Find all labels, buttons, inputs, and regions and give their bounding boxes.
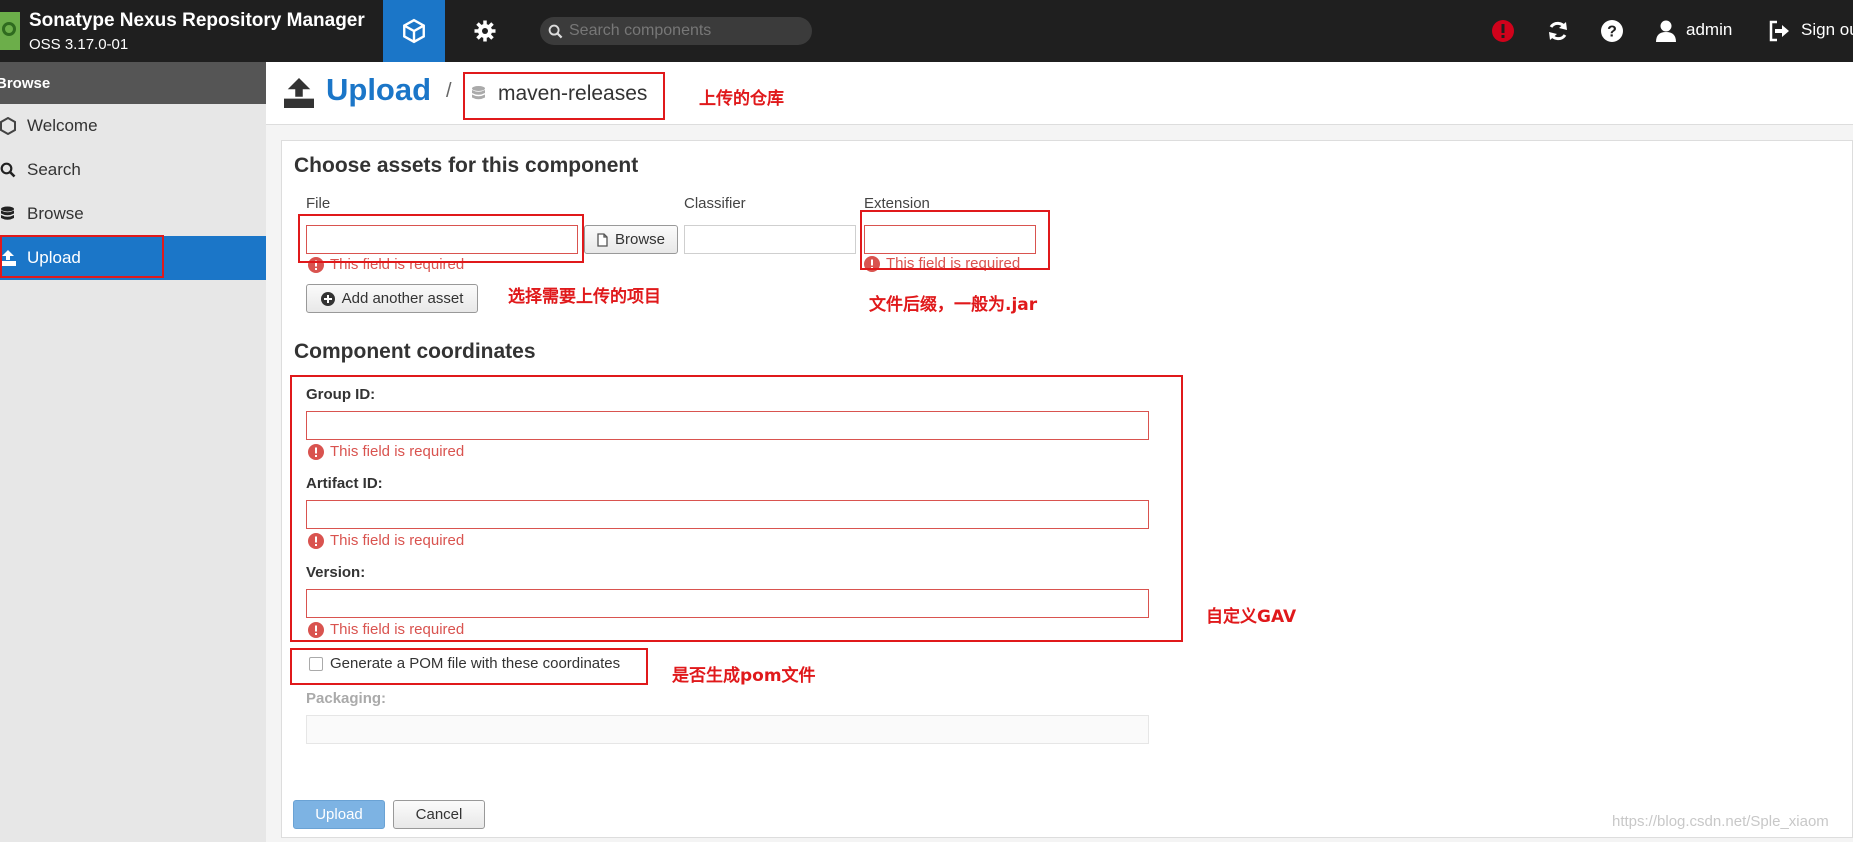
annotation-pom-note: 是否生成pom文件 xyxy=(672,666,816,686)
add-asset-button[interactable]: Add another asset xyxy=(306,284,478,313)
svg-text:?: ? xyxy=(1607,24,1617,41)
breadcrumb-separator: / xyxy=(446,80,452,102)
top-bar: Sonatype Nexus Repository Manager OSS 3.… xyxy=(0,0,1853,62)
administration-button[interactable] xyxy=(460,0,510,62)
annotation-box-extension xyxy=(860,210,1050,270)
annotation-box-gav xyxy=(290,375,1183,642)
cube-icon xyxy=(403,18,425,44)
hexagon-icon xyxy=(0,117,18,135)
help-button[interactable]: ? xyxy=(1597,16,1627,46)
annotation-gav-note: 自定义GAV xyxy=(1206,607,1297,627)
annotation-box-upload xyxy=(0,235,164,278)
sidebar-item-label: Browse xyxy=(27,204,84,223)
page-title: Upload xyxy=(326,72,432,107)
packaging-label: Packaging: xyxy=(306,690,387,707)
annotation-extension-note: 文件后缀，一般为.jar xyxy=(869,295,1038,315)
app-version: OSS 3.17.0-01 xyxy=(29,36,129,53)
add-asset-label: Add another asset xyxy=(341,290,464,307)
refresh-icon xyxy=(1549,21,1567,41)
assets-section-title: Choose assets for this component xyxy=(294,154,639,177)
nexus-logo xyxy=(0,12,20,50)
browse-file-button[interactable]: Browse xyxy=(584,225,678,254)
refresh-button[interactable] xyxy=(1543,16,1573,46)
search-box[interactable] xyxy=(540,17,812,45)
packaging-input[interactable] xyxy=(306,715,1149,744)
user-icon xyxy=(1656,20,1676,42)
cancel-button-label: Cancel xyxy=(415,806,463,823)
search-icon xyxy=(548,24,563,38)
annotation-file-note: 选择需要上传的项目 xyxy=(508,287,661,307)
sign-out-button[interactable] xyxy=(1764,16,1794,46)
browse-mode-button[interactable] xyxy=(383,0,445,62)
help-icon: ? xyxy=(1601,20,1623,42)
alert-icon xyxy=(1492,20,1514,42)
database-icon xyxy=(0,206,18,223)
annotation-box-pom xyxy=(290,648,648,685)
annotation-box-repository xyxy=(463,72,665,120)
user-name[interactable]: admin xyxy=(1686,20,1732,40)
user-button[interactable] xyxy=(1651,16,1681,46)
sign-out-label[interactable]: Sign out xyxy=(1801,20,1853,40)
sidebar-item-welcome[interactable]: Welcome xyxy=(0,104,266,148)
annotation-box-file xyxy=(298,214,584,263)
upload-button-label: Upload xyxy=(315,806,363,823)
sidebar-item-label: Welcome xyxy=(27,116,98,135)
search-input[interactable] xyxy=(567,21,801,41)
classifier-label: Classifier xyxy=(684,195,746,212)
browse-button-label: Browse xyxy=(614,231,666,248)
watermark: https://blog.csdn.net/Sple_xiaom xyxy=(1612,813,1829,830)
sidebar-item-search[interactable]: Search xyxy=(0,148,266,192)
cancel-button[interactable]: Cancel xyxy=(393,800,485,829)
gear-icon xyxy=(474,20,496,42)
system-alert-button[interactable] xyxy=(1488,16,1518,46)
upload-icon xyxy=(284,78,314,108)
sign-out-icon xyxy=(1769,20,1789,42)
classifier-input[interactable] xyxy=(684,225,856,254)
annotation-repository-note: 上传的仓库 xyxy=(699,89,784,109)
sidebar: Browse Welcome Search Browse Upload xyxy=(0,62,266,842)
search-icon xyxy=(0,162,18,178)
plus-circle-icon xyxy=(320,291,335,306)
file-icon xyxy=(597,232,608,247)
file-label: File xyxy=(306,195,331,212)
sidebar-item-browse[interactable]: Browse xyxy=(0,192,266,236)
app-title: Sonatype Nexus Repository Manager xyxy=(29,10,365,31)
upload-button[interactable]: Upload xyxy=(293,800,385,829)
coordinates-section-title: Component coordinates xyxy=(294,340,536,363)
sidebar-header: Browse xyxy=(0,62,266,104)
sidebar-item-label: Search xyxy=(27,160,81,179)
